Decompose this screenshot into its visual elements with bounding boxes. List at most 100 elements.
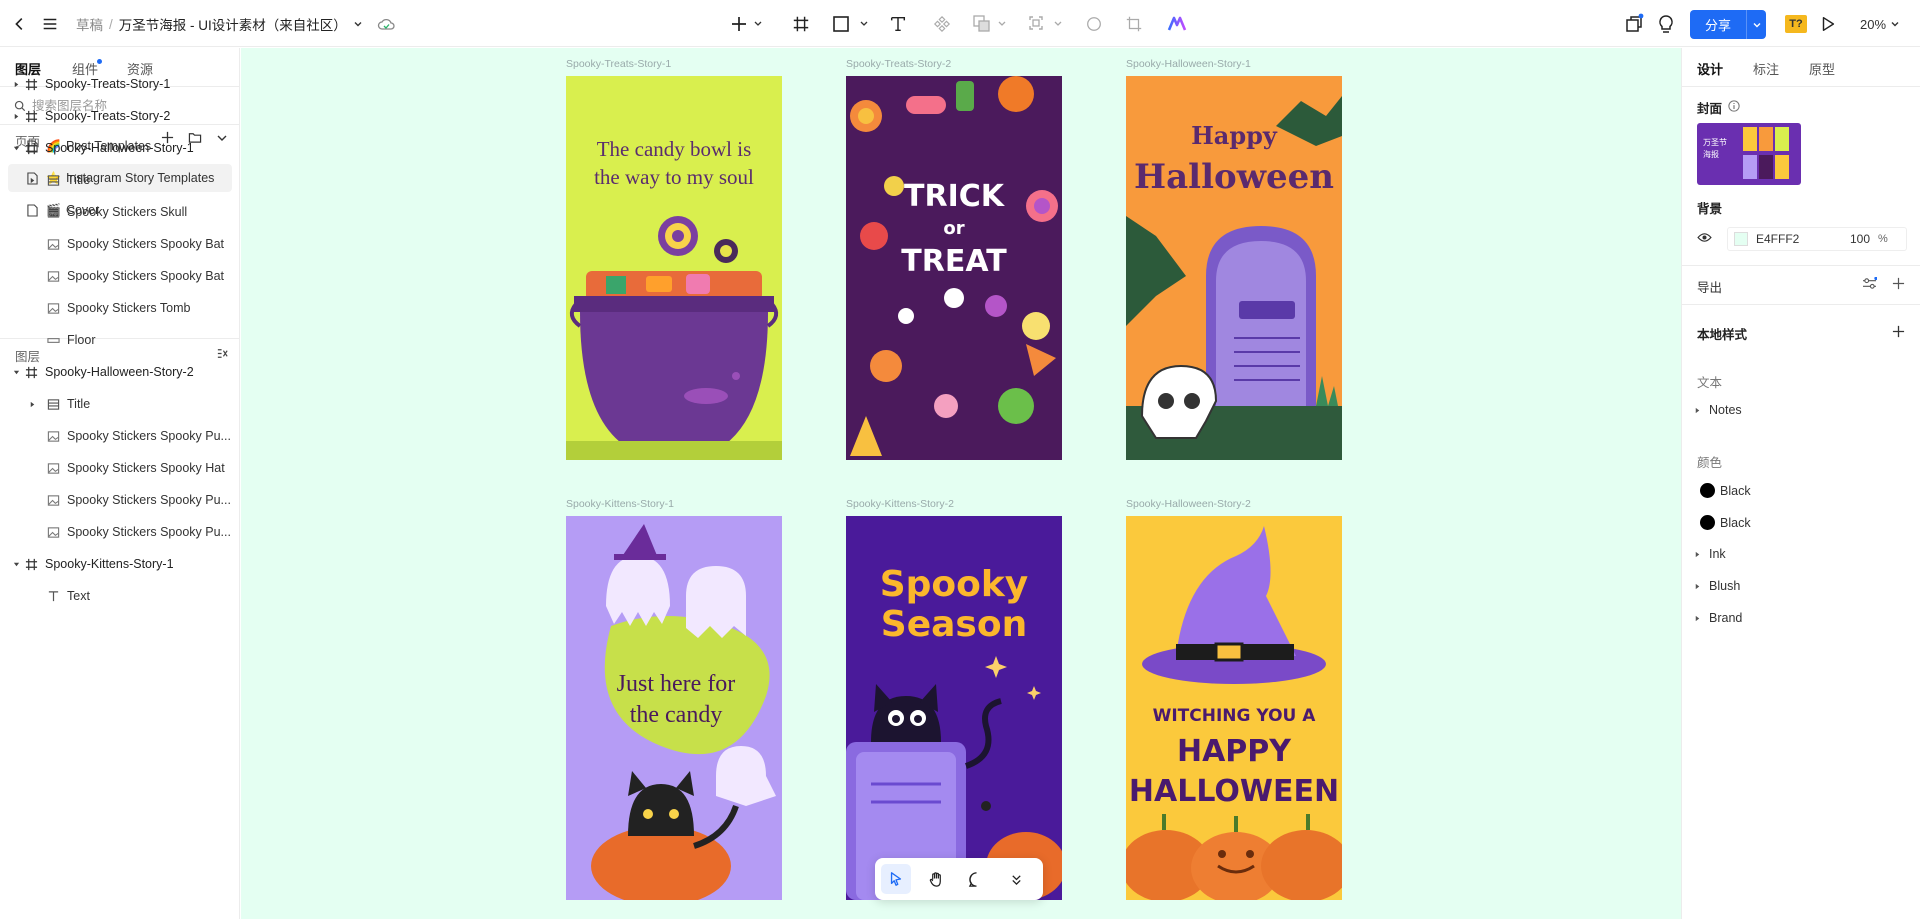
frame-label[interactable]: Spooky-Treats-Story-1 (566, 58, 671, 70)
info-icon[interactable] (1728, 100, 1740, 112)
frame-tool-icon[interactable] (791, 14, 811, 34)
layer-item[interactable]: Title (0, 391, 240, 417)
add-tool-icon[interactable] (730, 14, 764, 34)
ai-plugin-icon[interactable] (1166, 14, 1188, 34)
text-tool-icon[interactable] (888, 14, 908, 34)
layer-item[interactable]: Spooky Stickers Spooky Pu... (0, 487, 240, 513)
boolean-tool-icon[interactable] (972, 14, 1008, 34)
tab-design[interactable]: 设计 (1697, 59, 1723, 78)
share-button[interactable]: 分享 (1690, 10, 1766, 39)
frame-spooky-treats-story-1[interactable]: The candy bowl is the way to my soul (566, 76, 782, 460)
layer-item[interactable]: Spooky-Kittens-Story-1 (0, 551, 240, 577)
share-dropdown-icon[interactable] (1746, 10, 1766, 39)
add-style-icon[interactable] (1892, 325, 1905, 338)
frame-spooky-halloween-story-2[interactable]: WITCHING YOU A HAPPY HALLOWEEN (1126, 516, 1342, 900)
bg-hex-value[interactable]: E4FFF2 (1756, 232, 1830, 246)
caret-right-icon[interactable] (1694, 551, 1701, 558)
background-color-field[interactable]: E4FFF2 100 % (1727, 227, 1907, 251)
add-export-icon[interactable] (1892, 277, 1905, 290)
circle-tool-icon[interactable] (1084, 14, 1104, 34)
cover-thumbnail[interactable]: 万圣节 海报 (1697, 123, 1801, 185)
local-styles-label: 本地样式 (1697, 328, 1748, 342)
frame-spooky-halloween-story-1[interactable]: Happy Halloween (1126, 76, 1342, 460)
color-swatch[interactable] (1734, 232, 1748, 246)
zoom-control[interactable]: 20% (1860, 14, 1900, 34)
layer-item[interactable]: Spooky-Treats-Story-1 (0, 71, 240, 97)
comment-tool-icon[interactable] (961, 864, 991, 894)
plugins-icon[interactable] (1623, 13, 1645, 35)
frame-label[interactable]: Spooky-Kittens-Story-1 (566, 498, 674, 510)
more-tools-icon[interactable] (1001, 864, 1031, 894)
share-label: 分享 (1704, 18, 1731, 33)
layer-item[interactable]: Spooky Stickers Spooky Bat (0, 231, 240, 257)
design-canvas[interactable]: Spooky-Treats-Story-1 The candy bowl is … (241, 48, 1681, 919)
play-icon[interactable] (1818, 14, 1838, 34)
layer-item[interactable]: Title (0, 167, 240, 193)
layer-item[interactable]: Text (0, 583, 240, 609)
color-style-black[interactable]: Black (1694, 483, 1751, 498)
layer-item[interactable]: Floor (0, 327, 240, 353)
frame-label[interactable]: Spooky-Halloween-Story-1 (1126, 58, 1251, 70)
layer-item[interactable]: Spooky-Halloween-Story-1 (0, 135, 240, 161)
component-tool-icon[interactable] (932, 14, 952, 34)
missing-font-badge[interactable]: T? (1785, 15, 1807, 33)
caret-right-icon[interactable] (1694, 615, 1701, 622)
caret-right-icon[interactable] (26, 401, 38, 408)
frame-spooky-kittens-story-1[interactable]: Just here for the candy (566, 516, 782, 900)
caret-right-icon[interactable] (1694, 583, 1701, 590)
hand-tool-icon[interactable] (921, 864, 951, 894)
file-title[interactable]: 万圣节海报 - UI设计素材（来自社区） (119, 14, 347, 34)
caret-right-icon[interactable] (1694, 407, 1701, 414)
move-tool-icon[interactable] (881, 864, 911, 894)
layer-item[interactable]: Spooky Stickers Skull (0, 199, 240, 225)
crop-tool-icon[interactable] (1124, 14, 1144, 34)
layer-item[interactable]: Spooky Stickers Spooky Hat (0, 455, 240, 481)
color-group-ink[interactable]: Ink (1694, 547, 1726, 561)
left-panel: 图层 组件 资源 页面 🌈 Post Templates ⭐ Instagram… (0, 48, 240, 919)
image-icon (46, 205, 60, 219)
layer-item[interactable]: Spooky-Treats-Story-2 (0, 103, 240, 129)
eye-icon[interactable] (1697, 232, 1712, 243)
tab-annotate[interactable]: 标注 (1753, 59, 1779, 78)
caret-right-icon[interactable] (10, 113, 22, 120)
group-icon (46, 173, 60, 187)
frame-text: TREAT (901, 244, 1007, 279)
caret-down-icon[interactable] (10, 561, 22, 568)
color-style-black[interactable]: Black (1694, 515, 1751, 530)
text-style-notes[interactable]: Notes (1694, 403, 1742, 417)
layer-item[interactable]: Spooky Stickers Spooky Pu... (0, 519, 240, 545)
rectangle-tool-icon[interactable] (831, 14, 871, 34)
layer-item[interactable]: Spooky Stickers Spooky Pu... (0, 423, 240, 449)
layer-item[interactable]: Spooky Stickers Spooky Bat (0, 263, 240, 289)
layer-item[interactable]: Spooky-Halloween-Story-2 (0, 359, 240, 385)
bg-opacity-value[interactable]: 100 (1830, 232, 1870, 246)
caret-right-icon[interactable] (10, 81, 22, 88)
color-group-blush[interactable]: Blush (1694, 579, 1740, 593)
text-style-label: Notes (1709, 403, 1742, 417)
breadcrumb-root[interactable]: 草稿 (76, 14, 103, 34)
frame-label[interactable]: Spooky-Kittens-Story-2 (846, 498, 954, 510)
frame-label[interactable]: Spooky-Halloween-Story-2 (1126, 498, 1251, 510)
chevron-down-icon[interactable] (353, 19, 363, 29)
layer-item[interactable]: Spooky Stickers Tomb (0, 295, 240, 321)
frame-spooky-treats-story-2[interactable]: TRICK or TREAT (846, 76, 1062, 460)
caret-down-icon[interactable] (10, 145, 22, 152)
color-group-brand[interactable]: Brand (1694, 611, 1742, 625)
back-icon[interactable] (10, 14, 30, 34)
frame-spooky-kittens-story-2[interactable]: Spooky Season (846, 516, 1062, 900)
layer-label: Spooky Stickers Spooky Bat (67, 269, 225, 283)
caret-right-icon[interactable] (26, 177, 38, 184)
export-label: 导出 (1697, 281, 1723, 295)
export-settings-icon[interactable] (1862, 277, 1877, 290)
frame-text: Halloween (1134, 157, 1334, 197)
tab-prototype[interactable]: 原型 (1809, 59, 1835, 78)
mask-tool-icon[interactable] (1027, 14, 1065, 34)
image-icon (46, 493, 60, 507)
text-styles-header: 文本 (1697, 376, 1723, 390)
frame-label[interactable]: Spooky-Treats-Story-2 (846, 58, 951, 70)
caret-down-icon[interactable] (10, 369, 22, 376)
layer-label: Title (67, 397, 91, 411)
inspiration-icon[interactable] (1656, 13, 1676, 35)
layer-label: Text (67, 589, 90, 603)
menu-icon[interactable] (40, 14, 60, 34)
